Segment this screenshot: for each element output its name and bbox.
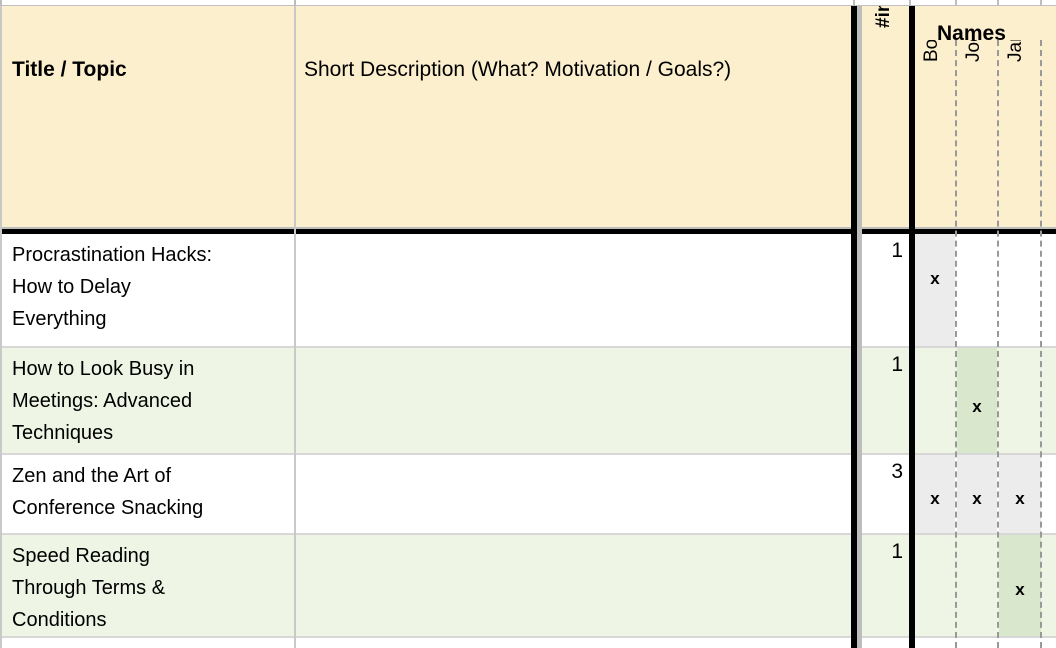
column-header-title-label: Title / Topic <box>12 58 127 81</box>
row-description-cell[interactable] <box>296 236 851 346</box>
row-mark-jane[interactable]: x <box>999 455 1041 535</box>
column-header-jane[interactable]: Jane <box>999 40 1041 227</box>
row-interested-count[interactable]: 1 <box>862 236 909 346</box>
row-mark-bob[interactable] <box>915 535 955 637</box>
row-interested-count[interactable]: 1 <box>862 537 909 635</box>
column-header-interested-label: #interested <box>873 6 895 28</box>
interested-names-thick-divider <box>909 6 915 648</box>
row-mark-joe[interactable] <box>957 535 997 637</box>
row-divider <box>0 533 1056 535</box>
column-header-title[interactable]: Title / Topic <box>2 6 294 227</box>
row-description-cell[interactable] <box>296 350 851 453</box>
row-title-cell[interactable]: Speed Reading Through Terms & Conditions <box>2 537 294 635</box>
row-title-line: How to Look Busy in <box>12 358 195 380</box>
row-mark-jane[interactable] <box>999 234 1056 348</box>
names-column-divider-jane-end <box>1040 40 1042 648</box>
column-header-description-label: Short Description (What? Motivation / Go… <box>304 58 732 81</box>
column-header-interested[interactable]: #interested <box>862 6 909 227</box>
row-title-cell[interactable]: Procrastination Hacks: How to Delay Ever… <box>2 236 294 346</box>
row-title-line: Zen and the Art of <box>12 465 171 487</box>
row-description-cell[interactable] <box>296 537 851 635</box>
description-interested-gray-divider <box>857 6 862 648</box>
names-column-divider-bob-joe <box>955 40 957 648</box>
table-row <box>0 639 1056 648</box>
names-column-divider-joe-jane <box>997 40 999 648</box>
row-title-line: Conditions <box>12 609 107 631</box>
row-mark-bob[interactable] <box>915 348 955 455</box>
row-title-line: Conference Snacking <box>12 497 204 519</box>
column-header-joe-label: Joe <box>963 40 984 62</box>
row-mark-joe[interactable] <box>957 234 997 348</box>
column-header-description[interactable]: Short Description (What? Motivation / Go… <box>296 6 851 227</box>
row-divider <box>0 453 1056 455</box>
row-mark-jane[interactable]: x <box>999 535 1041 637</box>
row-title-cell[interactable]: How to Look Busy in Meetings: Advanced T… <box>2 350 294 453</box>
row-title-line: Meetings: Advanced <box>12 390 193 412</box>
row-title-line: Through Terms & <box>12 577 166 599</box>
row-title-line: Everything <box>12 308 107 330</box>
spreadsheet-table: Title / Topic Short Description (What? M… <box>0 0 1056 648</box>
row-title-cell[interactable]: Zen and the Art of Conference Snacking <box>2 457 294 533</box>
header-bottom-thick-rule <box>862 229 1056 234</box>
row-mark-jane[interactable] <box>999 348 1056 455</box>
row-interested-count[interactable]: 1 <box>862 350 909 453</box>
row-interested-count[interactable]: 3 <box>862 457 909 533</box>
row-title-line: Procrastination Hacks: <box>12 244 213 266</box>
row-title-line: Speed Reading <box>12 545 150 567</box>
row-mark-bob[interactable]: x <box>915 234 955 348</box>
row-mark-bob[interactable]: x <box>915 455 955 535</box>
left-edge-rule <box>0 6 2 648</box>
column-header-bob[interactable]: Bob <box>915 40 955 227</box>
row-mark-joe[interactable]: x <box>957 455 997 535</box>
row-divider <box>0 636 1056 638</box>
row-description-cell[interactable] <box>296 457 851 533</box>
column-header-joe[interactable]: Joe <box>957 40 997 227</box>
row-mark-joe[interactable]: x <box>957 348 997 455</box>
row-divider <box>0 346 1056 348</box>
row-title-line: How to Delay <box>12 276 131 298</box>
title-description-divider <box>294 6 296 648</box>
column-header-jane-label: Jane <box>1005 40 1026 62</box>
header-bottom-thick-rule <box>0 229 853 234</box>
row-title-line: Techniques <box>12 422 114 444</box>
column-header-bob-label: Bob <box>921 40 942 62</box>
